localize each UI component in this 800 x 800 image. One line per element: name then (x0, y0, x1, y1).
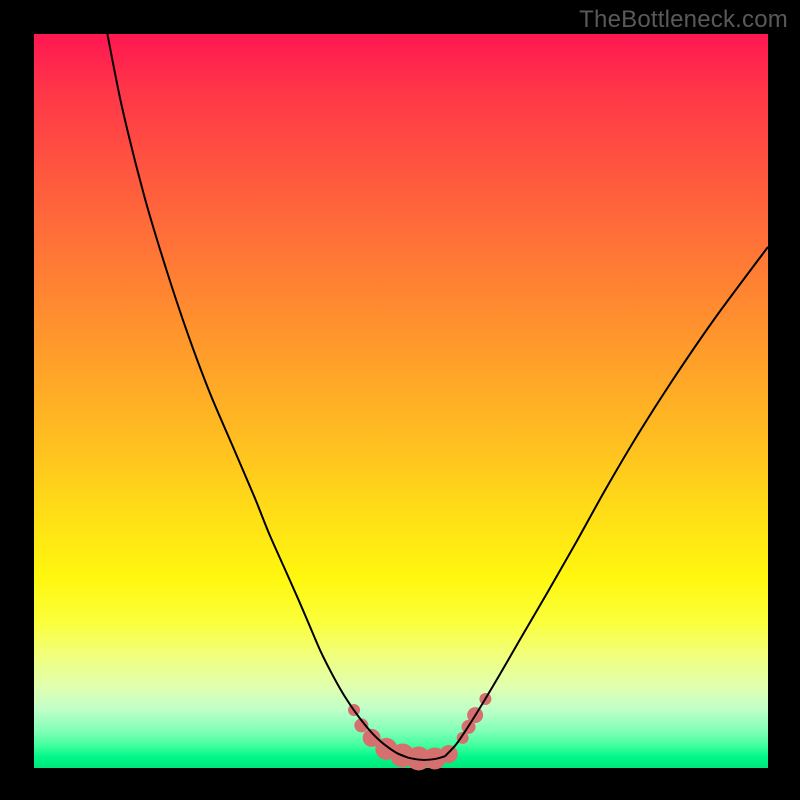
marker-dot (440, 745, 458, 763)
plot-area (34, 34, 768, 768)
watermark-text: TheBottleneck.com (579, 6, 788, 34)
chart-svg (34, 34, 768, 768)
left-curve (107, 34, 408, 758)
right-curve (445, 247, 768, 756)
chart-stage: TheBottleneck.com (0, 0, 800, 800)
